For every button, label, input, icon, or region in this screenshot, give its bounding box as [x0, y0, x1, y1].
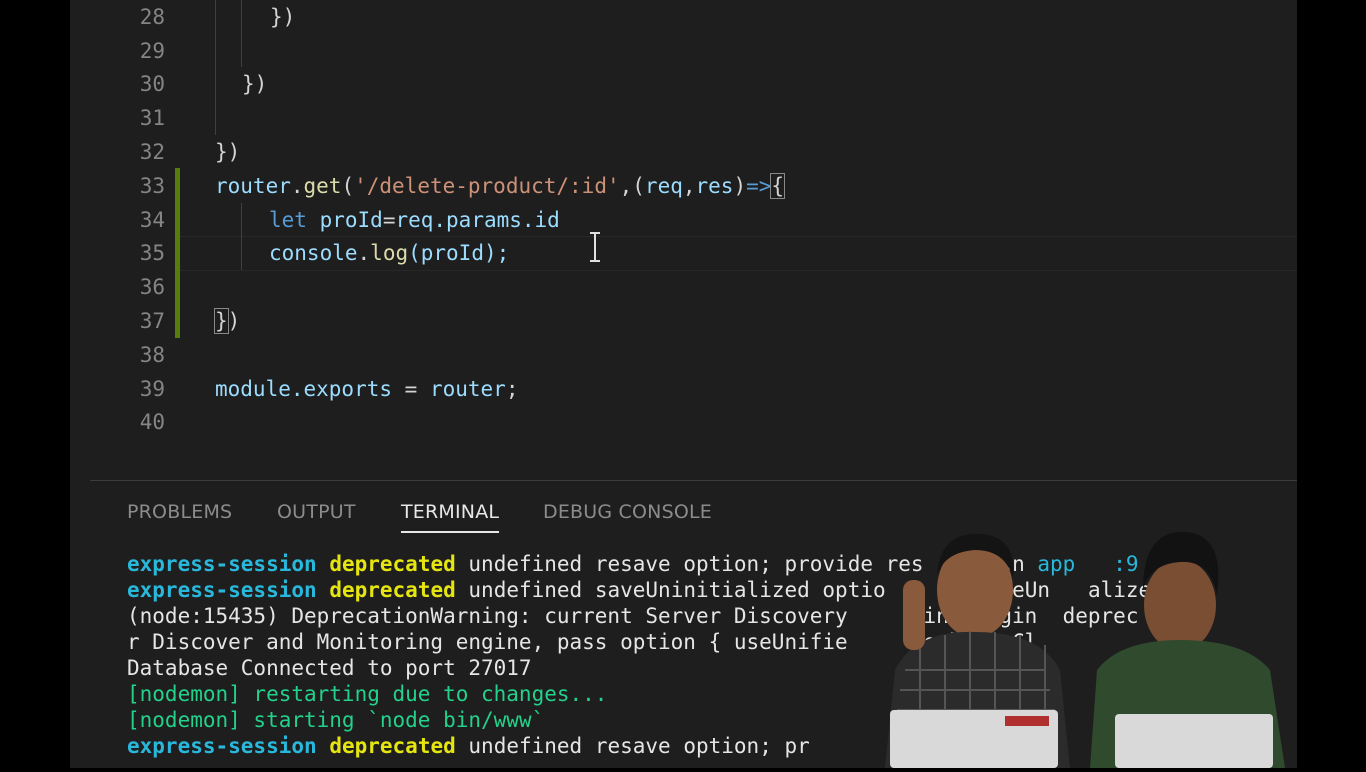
terminal-line: Database Connected to port 27017	[127, 655, 532, 681]
code-line[interactable]: 36	[70, 270, 1297, 304]
token-assign: =	[392, 377, 430, 401]
terminal-token: undefined saveUninitialized optio	[468, 578, 886, 602]
token-comma-paren: ,(	[619, 174, 645, 198]
token-router: router	[429, 377, 506, 401]
line-number: 30	[139, 72, 165, 96]
token-open-paren: (	[341, 174, 355, 198]
token-comma: ,	[682, 174, 696, 198]
laptop-left	[890, 710, 1058, 768]
tab-problems[interactable]: PROBLEMS	[127, 501, 232, 531]
line-number: 34	[139, 208, 165, 232]
tab-output[interactable]: OUTPUT	[277, 501, 356, 531]
terminal-line: express-session deprecated undefined res…	[127, 733, 810, 759]
code-line[interactable]: 40	[70, 405, 1297, 439]
line-number: 39	[139, 377, 165, 401]
terminal-token: express-session	[127, 578, 317, 602]
token-console: console	[269, 241, 358, 265]
token-arrow: =>	[746, 174, 772, 198]
line-number: 37	[139, 309, 165, 333]
code-text: })	[214, 304, 241, 338]
code-text: })	[270, 5, 296, 29]
token-equals: =	[382, 208, 396, 232]
terminal-token: express-session	[127, 552, 317, 576]
token-route-string: '/delete-product/:id'	[354, 174, 620, 198]
text-cursor-icon	[589, 232, 601, 262]
line-number: 33	[139, 174, 165, 198]
terminal-token: deprecated	[329, 734, 456, 758]
line-number: 28	[139, 5, 165, 29]
tab-debug-console[interactable]: DEBUG CONSOLE	[543, 501, 712, 531]
token-res: res	[695, 174, 734, 198]
code-line[interactable]: 28 })	[70, 0, 1297, 34]
code-line[interactable]: 29	[70, 34, 1297, 68]
code-text: })	[215, 140, 241, 164]
terminal-token: [nodemon] starting `node bin/www`	[127, 708, 545, 732]
line-number: 32	[139, 140, 165, 164]
code-line[interactable]: 33 router.get('/delete-product/:id',(req…	[70, 169, 1297, 203]
token-module-exports: module.exports	[215, 377, 393, 401]
code-text: console.log(proId);	[269, 236, 509, 270]
token-proId: proId	[319, 208, 383, 232]
code-line[interactable]: 39 module.exports = router;	[70, 372, 1297, 406]
code-text: router.get('/delete-product/:id',(req,re…	[215, 169, 786, 203]
token-dot: .	[357, 241, 371, 265]
code-line[interactable]: 30 })	[70, 67, 1297, 101]
terminal-token: (node:15435) DeprecationWarning: current…	[127, 604, 848, 628]
code-line[interactable]: 31	[70, 101, 1297, 135]
code-line[interactable]: 32 })	[70, 135, 1297, 169]
line-number: 36	[139, 275, 165, 299]
token-req: req	[644, 174, 683, 198]
token-req-params-id: req.params.id	[395, 208, 560, 232]
token-let: let	[269, 208, 307, 232]
terminal-line: [nodemon] restarting due to changes...	[127, 681, 607, 707]
token-open-brace: {	[770, 173, 786, 199]
code-line[interactable]: 38	[70, 338, 1297, 372]
token-dot: .	[290, 174, 304, 198]
token-log-args: (proId);	[408, 241, 510, 265]
terminal-token: Database Connected to port 27017	[127, 656, 532, 680]
tab-terminal[interactable]: TERMINAL	[401, 501, 500, 533]
presenter-video-overlay	[845, 520, 1297, 768]
terminal-token: express-session	[127, 734, 317, 758]
token-close-brace: }	[214, 308, 229, 334]
token-close-paren: )	[227, 309, 241, 333]
token-get: get	[303, 174, 342, 198]
line-number: 31	[139, 106, 165, 130]
line-number: 40	[139, 410, 165, 434]
code-line[interactable]: 34 let proId=req.params.id	[70, 203, 1297, 237]
token-router: router	[215, 174, 291, 198]
code-text: })	[242, 72, 268, 96]
terminal-token: deprecated	[329, 552, 456, 576]
code-text: let proId=req.params.id	[269, 203, 560, 237]
line-number: 38	[139, 343, 165, 367]
terminal-token: [nodemon] restarting due to changes...	[127, 682, 608, 706]
terminal-line: [nodemon] starting `node bin/www`	[127, 707, 544, 733]
code-editor[interactable]: 28 }) 29 30 }) 31 32 }) 33 router.get('/…	[70, 0, 1297, 480]
token-log: log	[370, 241, 409, 265]
line-number: 35	[139, 241, 165, 265]
laptop-right	[1115, 714, 1273, 768]
terminal-token: r Discover and Monitoring engine, pass o…	[127, 630, 848, 654]
code-line[interactable]: 37 })	[70, 304, 1297, 338]
code-text: module.exports = router;	[215, 372, 518, 406]
code-line[interactable]: 35 console.log(proId);	[70, 236, 1297, 270]
token-semicolon: ;	[505, 377, 519, 401]
line-number: 29	[139, 39, 165, 63]
token-close-paren: )	[733, 174, 747, 198]
terminal-token: undefined resave option; pr	[468, 734, 810, 758]
terminal-token: deprecated	[329, 578, 456, 602]
